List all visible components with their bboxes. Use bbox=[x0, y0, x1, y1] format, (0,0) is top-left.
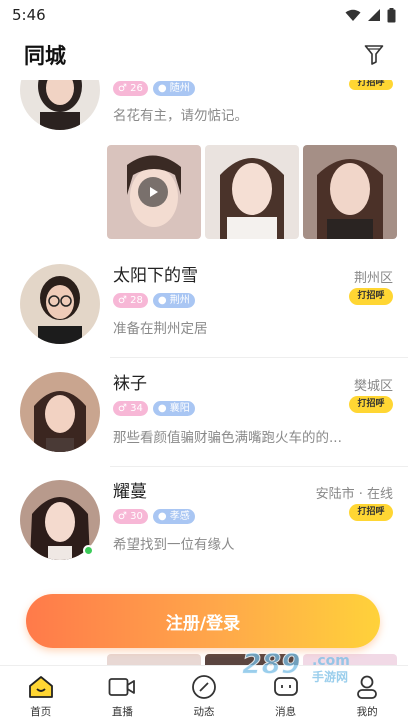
city-value: 襄阳 bbox=[169, 403, 190, 414]
user-feed[interactable]: ♂ 26 ● 随州 打招呼 名花有主，请勿惦记。 太阳下的雪 荆州区 ♂ 28 … bbox=[0, 80, 408, 665]
age-value: 30 bbox=[130, 511, 143, 522]
status-time: 5:46 bbox=[12, 6, 46, 24]
city-tag: ● 随州 bbox=[152, 81, 195, 96]
age-tag: ♂ 34 bbox=[113, 401, 148, 416]
user-tags: ♂ 28 ● 荆州 bbox=[113, 293, 195, 308]
online-status-dot bbox=[83, 545, 94, 556]
tab-label: 动态 bbox=[193, 705, 215, 718]
city-value: 荆州 bbox=[169, 295, 190, 306]
user-card[interactable]: 袜子 樊城区 ♂ 34 ● 襄阳 打招呼 那些看颜值骗财骗色满嘴跑火车的的... bbox=[0, 358, 408, 467]
age-value: 34 bbox=[130, 403, 143, 414]
play-icon[interactable] bbox=[138, 177, 168, 207]
user-name[interactable]: 耀蔓 bbox=[113, 477, 147, 502]
photo[interactable] bbox=[107, 654, 201, 665]
greet-button[interactable]: 打招呼 bbox=[349, 80, 393, 90]
city-tag: ● 襄阳 bbox=[152, 401, 195, 416]
user-location: 安陆市 · 在线 bbox=[315, 487, 393, 502]
user-tags: ♂ 26 ● 随州 bbox=[113, 81, 195, 96]
user-tags: ♂ 34 ● 襄阳 bbox=[113, 401, 195, 416]
user-name[interactable]: 太阳下的雪 bbox=[113, 261, 198, 286]
user-bio: 希望找到一位有缘人 bbox=[113, 537, 235, 553]
home-icon bbox=[27, 673, 55, 701]
city-tag: ● 孝感 bbox=[152, 509, 195, 524]
site-watermark: 289 .com 手游网 bbox=[240, 645, 390, 685]
user-bio: 名花有主，请勿惦记。 bbox=[113, 108, 248, 124]
city-tag: ● 荆州 bbox=[152, 293, 195, 308]
watermark-domain: .com bbox=[312, 653, 350, 669]
age-value: 26 bbox=[130, 83, 143, 94]
video-icon bbox=[108, 673, 136, 701]
user-card[interactable]: 太阳下的雪 荆州区 ♂ 28 ● 荆州 打招呼 准备在荆州定居 bbox=[0, 250, 408, 358]
battery-icon bbox=[387, 7, 396, 22]
avatar[interactable] bbox=[20, 372, 100, 452]
app-header: 同城 bbox=[0, 30, 408, 80]
user-location: 樊城区 bbox=[353, 379, 393, 394]
user-tags: ♂ 30 ● 孝感 bbox=[113, 509, 195, 524]
page-title: 同城 bbox=[24, 44, 66, 68]
filter-icon[interactable] bbox=[362, 43, 386, 67]
photo-video[interactable] bbox=[107, 145, 201, 239]
tab-live[interactable]: 直播 bbox=[92, 673, 152, 719]
watermark-cn: 手游网 bbox=[312, 669, 348, 684]
photo[interactable] bbox=[205, 145, 299, 239]
greet-button[interactable]: 打招呼 bbox=[349, 504, 393, 521]
user-card[interactable]: ♂ 26 ● 随州 打招呼 名花有主，请勿惦记。 bbox=[0, 80, 408, 250]
watermark-number: 289 bbox=[242, 647, 300, 680]
tab-label: 首页 bbox=[30, 705, 52, 718]
tab-moments[interactable]: 动态 bbox=[174, 673, 234, 719]
wifi-icon bbox=[345, 9, 361, 21]
register-login-button[interactable]: 注册/登录 bbox=[26, 594, 380, 648]
greet-button[interactable]: 打招呼 bbox=[349, 396, 393, 413]
compass-icon bbox=[190, 673, 218, 701]
avatar[interactable] bbox=[20, 80, 100, 130]
city-value: 随州 bbox=[169, 83, 190, 94]
tab-label: 我的 bbox=[356, 705, 378, 718]
age-value: 28 bbox=[130, 295, 143, 306]
tab-home[interactable]: 首页 bbox=[11, 673, 71, 719]
user-bio: 准备在荆州定居 bbox=[113, 321, 208, 337]
status-bar: 5:46 bbox=[0, 0, 408, 30]
tab-label: 消息 bbox=[275, 705, 297, 718]
city-value: 孝感 bbox=[169, 511, 190, 522]
user-bio: 那些看颜值骗财骗色满嘴跑火车的的... bbox=[113, 430, 342, 446]
signal-icon bbox=[368, 9, 380, 21]
age-tag: ♂ 26 bbox=[113, 81, 148, 96]
status-icons bbox=[345, 7, 396, 23]
user-name[interactable]: 袜子 bbox=[113, 369, 147, 394]
age-tag: ♂ 28 bbox=[113, 293, 148, 308]
avatar[interactable] bbox=[20, 264, 100, 344]
photo[interactable] bbox=[303, 145, 397, 239]
greet-button[interactable]: 打招呼 bbox=[349, 288, 393, 305]
age-tag: ♂ 30 bbox=[113, 509, 148, 524]
user-location: 荆州区 bbox=[353, 271, 393, 286]
tab-label: 直播 bbox=[111, 705, 133, 718]
